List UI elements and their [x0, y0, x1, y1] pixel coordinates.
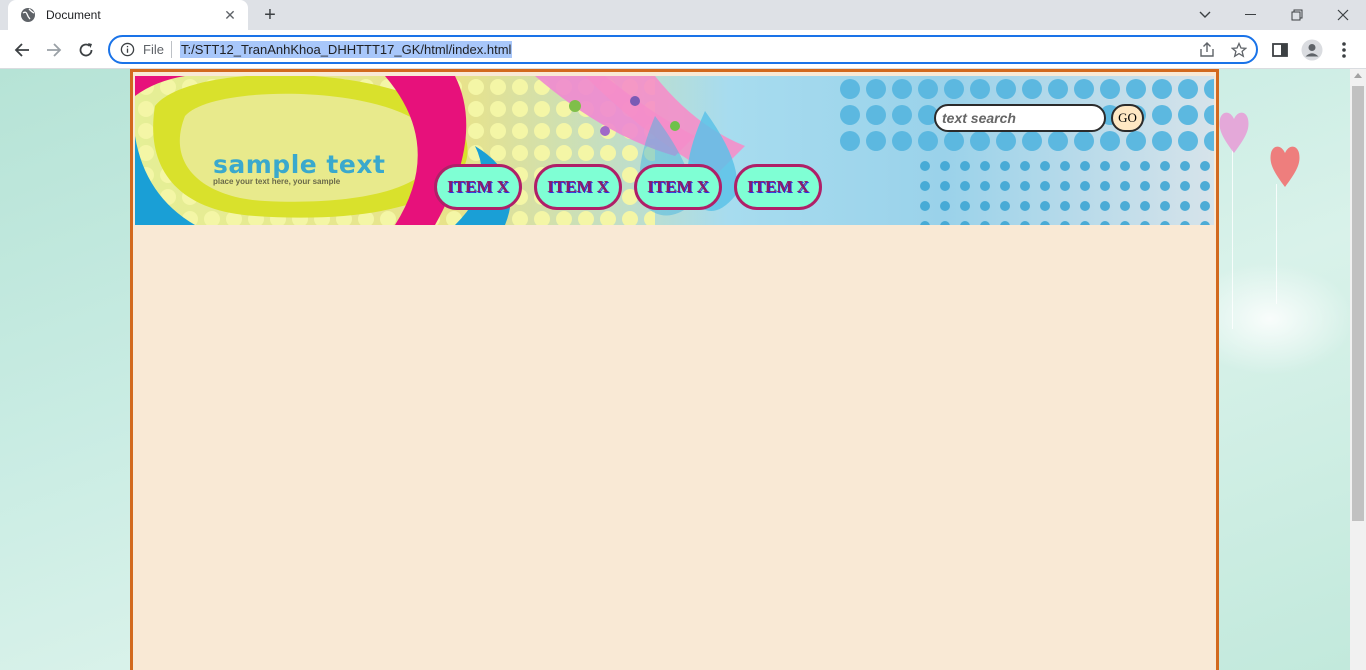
minimize-button[interactable]: [1228, 0, 1274, 30]
restore-button[interactable]: [1274, 0, 1320, 30]
bookmark-star-icon[interactable]: [1231, 42, 1247, 58]
nav-item-3[interactable]: ITEM X: [634, 164, 722, 210]
scroll-up-arrow-icon[interactable]: [1354, 73, 1362, 78]
reload-icon[interactable]: [72, 36, 100, 64]
share-icon[interactable]: [1199, 42, 1215, 58]
tab-search-chevron-icon[interactable]: [1182, 0, 1228, 30]
page-viewport: sample text place your text here, your s…: [0, 69, 1350, 670]
tab-title: Document: [46, 8, 101, 22]
address-bar[interactable]: File T:/STT12_TranAnhKhoa_DHHTTT17_GK/ht…: [108, 35, 1258, 64]
pink-heart-balloon-icon: [1219, 112, 1249, 153]
main-nav: ITEM X ITEM X ITEM X ITEM X: [434, 164, 822, 210]
browser-toolbar: File T:/STT12_TranAnhKhoa_DHHTTT17_GK/ht…: [0, 30, 1366, 69]
active-tab[interactable]: Document ✕: [8, 0, 248, 30]
tab-close-icon[interactable]: ✕: [222, 7, 238, 24]
scroll-thumb[interactable]: [1352, 86, 1364, 521]
url-divider: [171, 41, 172, 58]
kebab-menu-icon[interactable]: [1334, 40, 1354, 60]
nav-item-2[interactable]: ITEM X: [534, 164, 622, 210]
nav-item-4[interactable]: ITEM X: [734, 164, 822, 210]
forward-arrow-icon[interactable]: [40, 36, 68, 64]
balloon-string: [1232, 149, 1233, 329]
back-arrow-icon[interactable]: [8, 36, 36, 64]
banner-sample-subtext: place your text here, your sample: [213, 177, 341, 186]
search-input[interactable]: [934, 104, 1106, 132]
page-container: sample text place your text here, your s…: [130, 69, 1219, 670]
new-tab-button[interactable]: +: [258, 3, 282, 27]
nav-item-1[interactable]: ITEM X: [434, 164, 522, 210]
url-scheme-label: File: [143, 42, 164, 57]
url-text[interactable]: T:/STT12_TranAnhKhoa_DHHTTT17_GK/html/in…: [180, 41, 513, 58]
globe-icon: [21, 8, 35, 22]
info-icon[interactable]: [120, 42, 135, 57]
profile-avatar-icon[interactable]: [1301, 39, 1323, 61]
tab-strip: Document ✕ +: [0, 0, 1366, 30]
balloon-string: [1276, 184, 1277, 304]
banner-sample-text: sample text: [213, 150, 386, 179]
vertical-scrollbar[interactable]: [1350, 69, 1366, 670]
close-window-button[interactable]: [1320, 0, 1366, 30]
red-heart-balloon-icon: [1270, 146, 1300, 187]
go-button[interactable]: GO: [1111, 104, 1144, 132]
side-panel-icon[interactable]: [1270, 40, 1290, 60]
